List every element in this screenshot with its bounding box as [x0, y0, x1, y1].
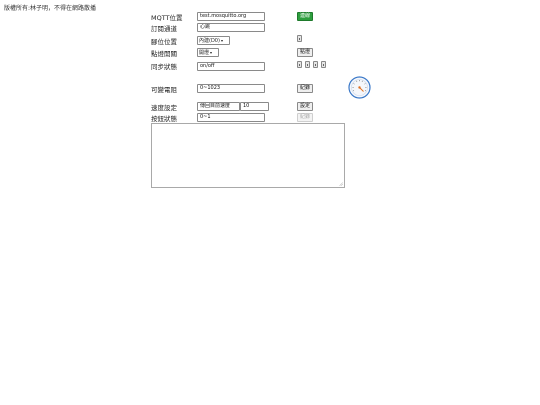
- pin-label: 腳位位置: [151, 38, 177, 46]
- pin-select-value: 內建(D0): [199, 38, 220, 44]
- set-speed-button[interactable]: 設定: [297, 102, 314, 111]
- sync-toggle-2-icon[interactable]: [305, 61, 310, 68]
- chevron-down-icon: ▾: [210, 50, 213, 55]
- sync-toggle-3-icon[interactable]: [313, 61, 318, 68]
- speed-label: 速度設定: [151, 104, 177, 112]
- toggle-switch-icon[interactable]: [297, 35, 302, 42]
- switch-indicator: [315, 64, 316, 66]
- speed-value-input[interactable]: 10: [240, 102, 269, 111]
- sync-toggle-1-icon[interactable]: [297, 61, 302, 68]
- switch-indicator: [307, 64, 308, 66]
- pot-label: 可變電阻: [151, 86, 177, 94]
- sync-toggle-4-icon[interactable]: [321, 61, 326, 68]
- button-status-label: 按鈕狀態: [151, 115, 177, 123]
- log-textarea[interactable]: [151, 123, 345, 188]
- switch-indicator: [323, 64, 324, 66]
- resize-grip-icon[interactable]: [339, 182, 343, 186]
- record-button-button[interactable]: 紀錄: [297, 113, 314, 122]
- speed-mode-input[interactable]: 傳回目前速度: [197, 102, 240, 111]
- topic-label: 訂閱通道: [151, 25, 177, 33]
- record-pot-button[interactable]: 紀錄: [297, 84, 314, 93]
- mqtt-address-input[interactable]: test.mosquitto.org: [197, 12, 265, 21]
- sync-label: 同步狀態: [151, 63, 177, 71]
- mqtt-label: MQTT位置: [151, 14, 183, 22]
- pot-value-input[interactable]: 0~1023: [197, 84, 265, 93]
- connect-button[interactable]: 連線: [297, 12, 314, 21]
- sync-status-input[interactable]: on/off: [197, 62, 265, 71]
- switch-label: 點燈開關: [151, 50, 177, 58]
- gauge-dial-icon: [348, 76, 371, 99]
- copyright-notice: 版權所有:林子明，不得在網路散播: [4, 5, 97, 12]
- switch-select-value: 開燈: [199, 50, 210, 56]
- switch-indicator: [299, 64, 300, 66]
- switch-select[interactable]: 開燈▾: [197, 48, 219, 57]
- switch-indicator: [299, 38, 300, 40]
- pin-select[interactable]: 內建(D0)▾: [197, 36, 230, 45]
- button-status-input[interactable]: 0~1: [197, 113, 265, 122]
- chevron-down-icon: ▾: [220, 38, 223, 43]
- light-button[interactable]: 點燈: [297, 48, 314, 57]
- topic-input[interactable]: 心跳: [197, 23, 265, 32]
